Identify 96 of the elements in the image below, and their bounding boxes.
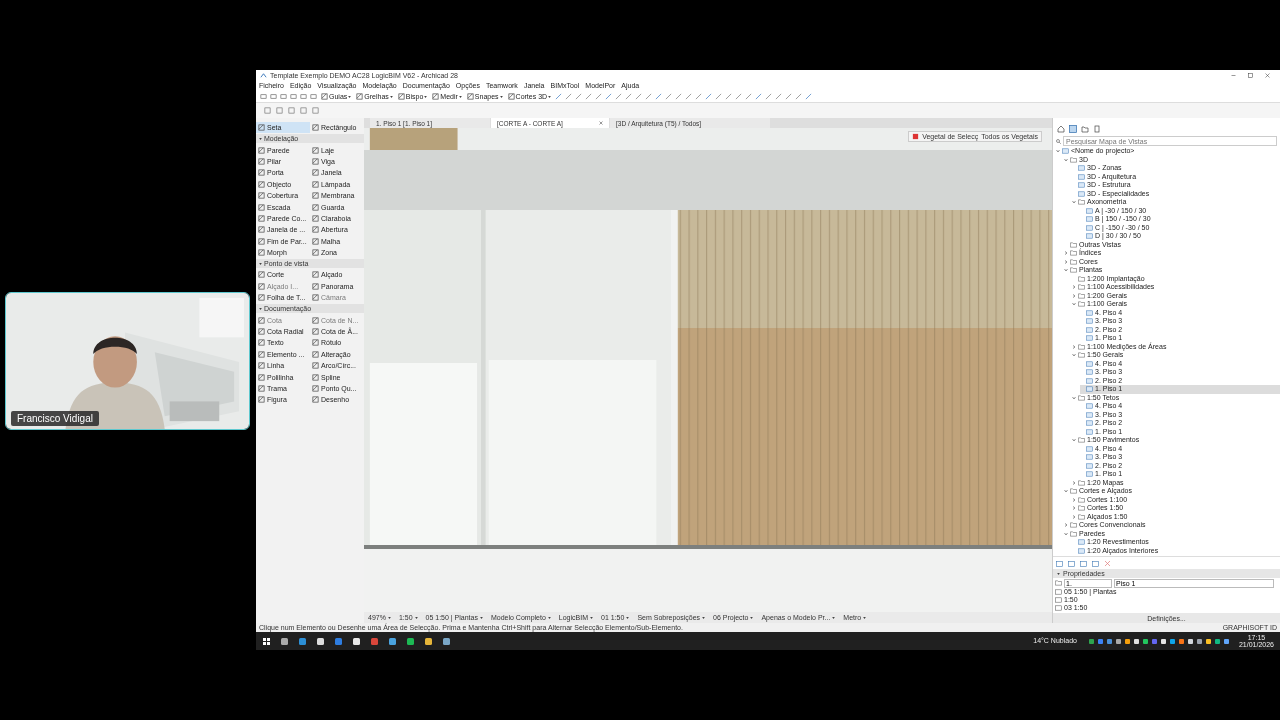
tool-icon bbox=[258, 192, 265, 200]
tool-icon bbox=[312, 203, 319, 211]
close-icon[interactable] bbox=[1265, 73, 1270, 78]
tool-icon bbox=[258, 350, 265, 358]
tool-icon bbox=[258, 373, 265, 381]
tool-icon bbox=[312, 226, 319, 234]
tool-icon bbox=[258, 294, 265, 302]
tool-icon bbox=[321, 93, 328, 100]
tool-icon bbox=[258, 146, 265, 154]
tool-icon bbox=[258, 362, 265, 370]
tool-icon bbox=[258, 180, 265, 188]
chevron-icon[interactable] bbox=[1072, 285, 1076, 290]
search-icon bbox=[1056, 138, 1061, 144]
tool-icon bbox=[312, 282, 319, 290]
chevron-icon[interactable] bbox=[1072, 497, 1076, 502]
tool-icon bbox=[312, 271, 319, 279]
tool-icon bbox=[258, 203, 265, 211]
caret-icon bbox=[479, 616, 483, 619]
tool-icon bbox=[312, 316, 319, 324]
tool-icon bbox=[312, 385, 319, 392]
tool-icon bbox=[312, 328, 319, 336]
chevron-icon[interactable] bbox=[1064, 259, 1068, 264]
view-icon bbox=[1062, 148, 1069, 155]
toolbar-icon[interactable] bbox=[912, 133, 920, 140]
caret-icon bbox=[750, 616, 754, 619]
tool-icon bbox=[312, 157, 319, 165]
caret-icon bbox=[590, 616, 593, 619]
delete-icon[interactable] bbox=[1104, 559, 1111, 567]
caret-icon bbox=[863, 616, 867, 619]
tool-icon bbox=[258, 328, 265, 336]
tool-icon bbox=[312, 180, 319, 188]
caret-icon bbox=[348, 95, 352, 98]
tool-icon bbox=[258, 124, 265, 132]
tool-icon bbox=[258, 226, 265, 234]
tool-icon bbox=[356, 93, 364, 100]
tool-icon bbox=[258, 396, 265, 404]
chevron-icon[interactable] bbox=[1072, 293, 1076, 298]
tool-icon bbox=[312, 350, 319, 358]
folder-icon bbox=[1055, 580, 1062, 586]
caret-icon bbox=[548, 95, 552, 98]
tool-icon bbox=[258, 214, 265, 222]
tool-icon bbox=[432, 93, 440, 100]
tool-icon bbox=[312, 169, 319, 177]
caret-icon bbox=[424, 95, 428, 98]
caret-icon bbox=[389, 95, 393, 98]
tool-icon bbox=[312, 214, 319, 222]
tool-icon bbox=[312, 362, 319, 370]
chevron-icon[interactable] bbox=[1064, 251, 1068, 256]
tool-icon bbox=[258, 271, 265, 279]
tool-icon bbox=[258, 282, 265, 290]
chevron-icon[interactable] bbox=[1064, 523, 1068, 528]
caret-icon bbox=[547, 616, 551, 619]
tool-icon bbox=[312, 249, 319, 257]
tool-icon bbox=[258, 157, 265, 165]
maximize-icon[interactable] bbox=[1248, 73, 1253, 78]
windows-icon[interactable] bbox=[262, 636, 271, 646]
tool-icon bbox=[312, 192, 319, 200]
folder-icon bbox=[1070, 156, 1077, 163]
chevron-icon[interactable] bbox=[1072, 514, 1076, 519]
tool-icon bbox=[312, 396, 319, 404]
house-icon[interactable] bbox=[1057, 125, 1065, 133]
tool-icon bbox=[258, 169, 265, 177]
tool-icon bbox=[312, 146, 319, 154]
caret-icon bbox=[458, 95, 462, 98]
tool-icon bbox=[312, 339, 319, 347]
folder-icon bbox=[1078, 199, 1085, 206]
tool-icon bbox=[258, 237, 265, 245]
caret-icon bbox=[387, 616, 391, 619]
tool-icon bbox=[507, 93, 515, 100]
tool-icon bbox=[258, 249, 265, 257]
tool-icon bbox=[258, 316, 265, 324]
tool-icon bbox=[258, 339, 265, 347]
tool-icon bbox=[258, 385, 265, 392]
chevron-icon[interactable] bbox=[1072, 480, 1076, 485]
tool-icon bbox=[466, 93, 474, 100]
caret-icon bbox=[832, 616, 836, 619]
tool-icon bbox=[312, 294, 319, 302]
layout-icon[interactable] bbox=[1069, 125, 1077, 133]
tool-icon bbox=[312, 373, 319, 381]
folder-icon bbox=[1078, 437, 1085, 444]
tool-icon bbox=[312, 124, 319, 132]
app-icon bbox=[260, 72, 267, 79]
minimize-icon[interactable] bbox=[1231, 73, 1236, 78]
close-icon[interactable] bbox=[599, 121, 603, 125]
name-label: Francisco Vidigal bbox=[11, 411, 99, 426]
tool-icon bbox=[397, 93, 405, 100]
page-icon[interactable] bbox=[1093, 125, 1101, 133]
caret-icon bbox=[499, 95, 503, 98]
caret-icon bbox=[702, 616, 706, 619]
chevron-icon[interactable] bbox=[1072, 344, 1076, 349]
tool-icon bbox=[312, 237, 319, 245]
caret-icon bbox=[414, 616, 418, 619]
folder-icon[interactable] bbox=[1081, 125, 1089, 133]
chevron-icon[interactable] bbox=[1072, 506, 1076, 511]
caret-icon bbox=[626, 616, 630, 619]
folder-icon bbox=[1078, 394, 1085, 401]
